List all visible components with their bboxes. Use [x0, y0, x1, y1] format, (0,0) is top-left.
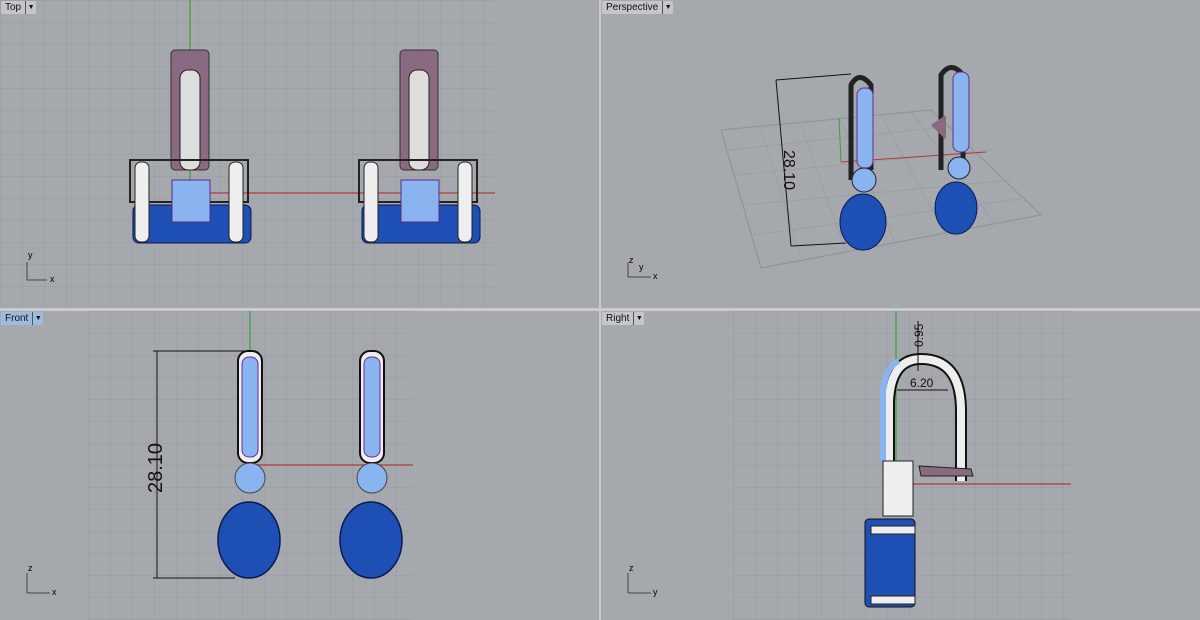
front-view-canvas: 28.10 [26, 311, 413, 620]
dimension-28-10-front: 28.10 [145, 443, 167, 493]
axis-label-x: x [52, 587, 57, 597]
viewport-label-perspective[interactable]: Perspective ▼ [602, 1, 674, 14]
axis-label-y: y [653, 587, 658, 597]
dimension-0-95: 0.95 [912, 323, 926, 347]
axis-label-z: z [629, 563, 634, 573]
viewport-label-right[interactable]: Right ▼ [602, 312, 645, 325]
chevron-down-icon[interactable]: ▼ [25, 1, 36, 14]
viewport-front[interactable]: Front ▼ 28.10 z x [0, 311, 599, 620]
chevron-down-icon[interactable]: ▼ [662, 1, 673, 14]
axis-label-y: y [639, 262, 644, 272]
axis-label-z: z [28, 563, 33, 573]
axis-label-x: x [50, 274, 55, 284]
viewport-top[interactable]: Top ▼ y x [0, 0, 599, 308]
earring-perspective-left [839, 75, 887, 251]
right-view-canvas: 0.95 6.20 [627, 311, 1071, 620]
top-view-canvas [0, 0, 495, 308]
axis-label-x: x [653, 271, 658, 281]
earring-perspective-right [931, 65, 978, 235]
viewport-perspective[interactable]: Perspective ▼ 28.10 z y x [601, 0, 1200, 308]
chevron-down-icon[interactable]: ▼ [32, 312, 43, 325]
axis-label-y: y [28, 250, 33, 260]
viewport-label-front[interactable]: Front ▼ [1, 312, 44, 325]
viewport-right[interactable]: Right ▼ 0.95 6.20 z y [601, 311, 1200, 620]
dimension-6-20: 6.20 [910, 376, 934, 390]
axis-label-z: z [629, 255, 634, 265]
perspective-view-canvas: 28.10 [627, 65, 1043, 278]
chevron-down-icon[interactable]: ▼ [633, 312, 644, 325]
viewport-label-top[interactable]: Top ▼ [1, 1, 37, 14]
dimension-28-10-perspective: 28.10 [780, 150, 797, 190]
